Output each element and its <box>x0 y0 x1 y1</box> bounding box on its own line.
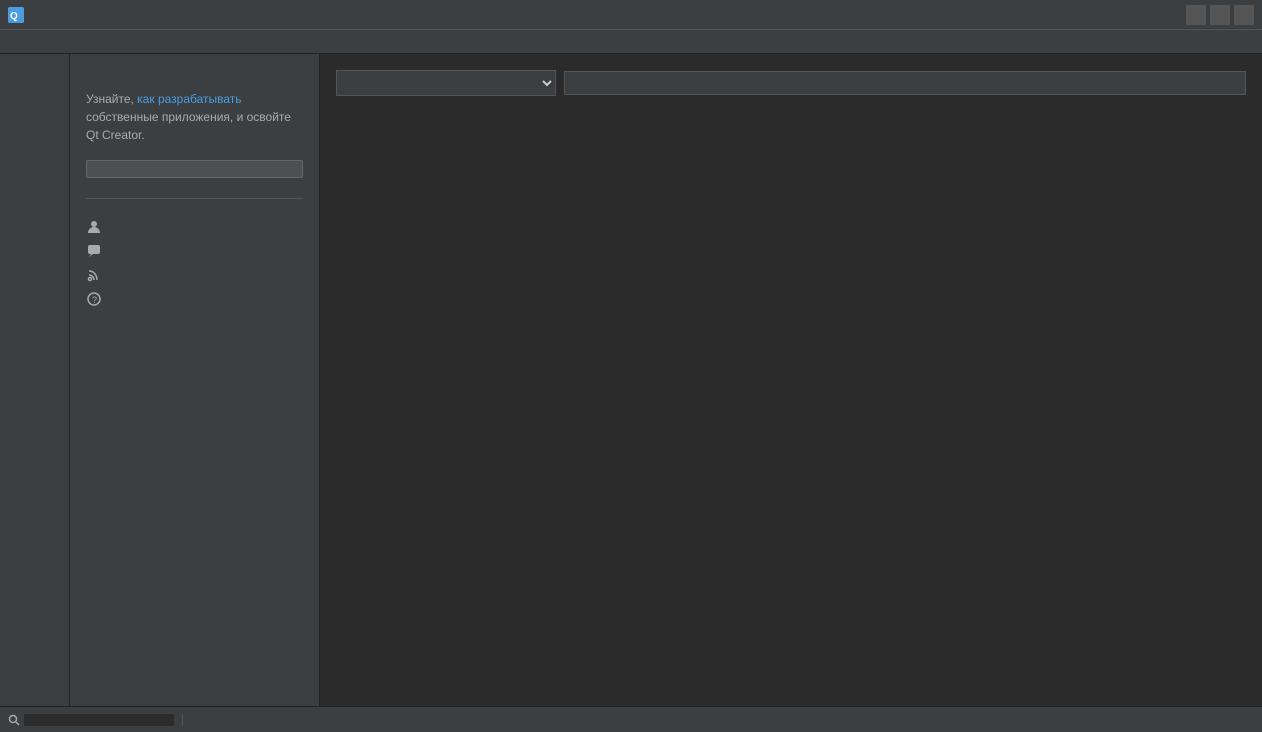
minimize-button[interactable] <box>1186 5 1206 25</box>
app-icon: Q <box>8 7 24 23</box>
welcome-section: Узнайте, как разрабатывать собственные п… <box>86 90 303 178</box>
community-item[interactable] <box>86 239 303 263</box>
menubar <box>0 30 1262 54</box>
chat-icon <box>86 243 102 259</box>
titlebar: Q <box>0 0 1262 30</box>
welcome-text: Узнайте, как разрабатывать собственные п… <box>86 90 303 144</box>
blogs-item[interactable] <box>86 263 303 287</box>
right-panel <box>320 54 1262 706</box>
close-button[interactable] <box>1234 5 1254 25</box>
learn-link[interactable]: как разрабатывать <box>137 92 241 106</box>
maximize-button[interactable] <box>1210 5 1230 25</box>
help-circle-icon: ? <box>86 291 102 307</box>
account-section: ? <box>86 198 303 311</box>
statusbar <box>0 706 1262 732</box>
qt-account-item[interactable] <box>86 215 303 239</box>
search-input[interactable] <box>564 71 1246 95</box>
examples-toolbar <box>336 70 1246 96</box>
sidebar <box>0 54 70 706</box>
content-area: Узнайте, как разрабатывать собственные п… <box>70 54 1262 706</box>
start-button[interactable] <box>86 160 303 178</box>
help-item[interactable]: ? <box>86 287 303 311</box>
svg-text:Q: Q <box>10 11 18 22</box>
quick-search-input[interactable] <box>24 714 174 726</box>
rss-icon <box>86 267 102 283</box>
user-icon <box>86 219 102 235</box>
quick-search[interactable] <box>8 714 183 726</box>
svg-text:?: ? <box>92 295 97 305</box>
main-layout: Узнайте, как разрабатывать собственные п… <box>0 54 1262 706</box>
version-select[interactable] <box>336 70 556 96</box>
window-controls <box>1186 5 1254 25</box>
left-panel: Узнайте, как разрабатывать собственные п… <box>70 54 320 706</box>
search-icon <box>8 714 20 726</box>
